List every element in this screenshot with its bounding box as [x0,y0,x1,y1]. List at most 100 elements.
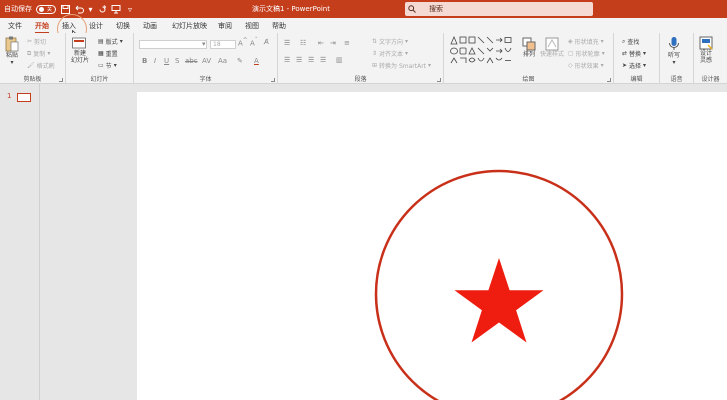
editing-group: ⌕ 查找 ⇄ 替换 ▾ ➤ 选择 ▾ 编辑 [614,33,660,84]
slide-thumbnail[interactable] [17,93,31,102]
save-icon[interactable] [60,4,70,14]
search-placeholder: 搜索 [429,5,443,13]
replace-label: 替换 [629,51,642,58]
arrange-label: 排列 [522,51,535,58]
find-icon: ⌕ [622,37,626,45]
underline-icon[interactable]: U [164,57,169,65]
italic-icon[interactable]: I [154,57,156,65]
star-shape[interactable] [454,258,544,343]
microphone-icon [669,37,679,50]
smartart-button[interactable]: ⊞ 转换为 SmartArt ▾ [372,61,431,70]
shape-fill-icon: ◈ [568,38,573,45]
change-case-icon[interactable]: Aa [218,57,227,65]
text-direction-label: 文字方向 [379,39,404,46]
font-size-field[interactable]: 18 [210,40,236,49]
paste-label: 粘贴 [5,52,18,59]
customize-toolbar-icon[interactable]: ▿ [125,4,135,14]
tab-design[interactable]: 设计 [89,21,103,31]
select-button[interactable]: ➤ 选择 ▾ [622,61,646,70]
line-spacing-icon[interactable]: ≡ [344,39,350,47]
tab-transitions[interactable]: 切换 [116,21,130,31]
tab-home[interactable]: 开始 [35,21,49,33]
layout-button[interactable]: ▤ 版式 ▾ [98,37,123,46]
copy-button[interactable]: ⧉ 复制 ▾ [27,49,50,59]
new-slide-button[interactable]: 新建 幻灯片 [71,36,89,64]
dictate-button[interactable]: 听写 ▾ [668,36,680,66]
numbering-icon[interactable]: ☷ [300,39,306,47]
tab-review[interactable]: 审阅 [218,21,232,31]
increase-font-size-icon[interactable]: A^ [238,38,248,47]
cut-icon: ✂ [27,38,33,45]
redo-icon[interactable] [97,4,107,14]
font-name-dropdown-icon[interactable]: ▾ [202,40,206,48]
highlight-icon[interactable]: ✎ [237,57,243,65]
character-spacing-icon[interactable]: AV [202,57,211,65]
font-group: ▾ 18 A^ Aˇ A̸ B I U S abc AV Aa ✎ A 字体 [134,33,278,84]
tab-animations[interactable]: 动画 [143,21,157,31]
find-button[interactable]: ⌕ 查找 [622,37,639,47]
paste-button[interactable]: 粘贴 ▾ [5,36,19,66]
font-name-field[interactable] [139,40,207,49]
slides-group: 新建 幻灯片 ▤ 版式 ▾ ▦ 重置 ▭ 节 ▾ 幻灯片 [66,33,134,84]
reset-icon: ▦ [98,50,104,57]
quick-styles-icon [545,37,559,51]
cut-button[interactable]: ✂ 剪切 [27,37,46,46]
slide-canvas[interactable] [137,92,727,400]
shape-fill-button[interactable]: ◈ 形状填充 ▾ [568,37,604,46]
font-dialog-launcher[interactable] [271,78,275,82]
tab-help[interactable]: 帮助 [272,21,286,31]
align-text-label: 对齐文本 [379,51,404,58]
voice-group-label: 语音 [670,76,683,83]
decrease-indent-icon[interactable]: ⇤ [318,39,324,47]
search-box[interactable]: 搜索 [405,2,593,16]
bold-icon[interactable]: B [142,57,147,65]
align-center-icon[interactable]: ☰ [296,56,302,64]
design-ideas-button[interactable]: 设计 灵感 [699,36,713,64]
shadow-icon[interactable]: S [175,57,179,65]
justify-icon[interactable]: ☰ [320,56,326,64]
copy-icon: ⧉ [27,49,32,57]
align-text-button[interactable]: ⇕ 对齐文本 ▾ [372,49,408,58]
new-slide-label-2: 幻灯片 [71,57,90,64]
tab-slide-show[interactable]: 幻灯片放映 [172,21,207,31]
decrease-font-size-icon[interactable]: Aˇ [250,38,258,47]
align-left-icon[interactable]: ☰ [284,56,290,64]
increase-indent-icon[interactable]: ⇥ [330,39,336,47]
clear-formatting-icon[interactable]: A̸ [264,38,269,46]
tab-file[interactable]: 文件 [8,21,22,31]
format-painter-button[interactable]: 🖌 格式刷 [27,61,55,70]
strikethrough-icon[interactable]: abc [185,57,198,65]
reset-button[interactable]: ▦ 重置 [98,49,118,58]
clipboard-group: 粘贴 ▾ ✂ 剪切 ⧉ 复制 ▾ 🖌 格式刷 剪贴板 [0,33,66,84]
shape-outline-button[interactable]: ▢ 形状轮廓 ▾ [568,49,605,58]
shapes-gallery[interactable] [449,36,513,66]
presenter-icon[interactable] [111,4,121,14]
clipboard-group-label: 剪贴板 [23,76,42,83]
design-ideas-label-2: 灵感 [699,57,712,64]
paragraph-dialog-launcher[interactable] [437,78,441,82]
columns-icon[interactable]: ▥ [336,56,343,64]
drawing-dialog-launcher[interactable] [607,78,611,82]
text-direction-button[interactable]: ⇅ 文字方向 ▾ [372,37,408,46]
align-right-icon[interactable]: ☰ [308,56,314,64]
quick-styles-button[interactable]: 快速样式 [540,37,564,58]
design-ideas-icon [699,36,713,50]
replace-icon: ⇄ [622,50,628,57]
bullets-icon[interactable]: ☰ [284,39,290,47]
undo-dropdown-icon[interactable]: ▾ [88,4,93,14]
copy-label: 复制 [33,51,46,58]
shape-fill-label: 形状填充 [574,39,599,46]
undo-icon[interactable] [74,4,84,14]
tab-view[interactable]: 视图 [245,21,259,31]
select-icon: ➤ [622,62,628,69]
replace-button[interactable]: ⇄ 替换 ▾ [622,49,646,58]
section-button[interactable]: ▭ 节 ▾ [98,61,117,70]
clipboard-dialog-launcher[interactable] [59,78,63,82]
arrange-button[interactable]: 排列 [522,37,536,58]
drawing-group: 排列 快速样式 ◈ 形状填充 ▾ ▢ 形状轮廓 ▾ ◇ 形状效果 ▾ 绘图 [444,33,614,84]
slide-shapes [374,169,624,400]
paragraph-group: ☰ ☷ ⇤ ⇥ ≡ ☰ ☰ ☰ ☰ ▥ ⇅ 文字方向 ▾ ⇕ 对齐文本 ▾ ⊞ 转换为 S… [278,33,444,84]
font-color-icon[interactable]: A [254,57,259,65]
autosave-toggle[interactable]: 关 [36,4,56,14]
shape-effects-button[interactable]: ◇ 形状效果 ▾ [568,61,604,70]
